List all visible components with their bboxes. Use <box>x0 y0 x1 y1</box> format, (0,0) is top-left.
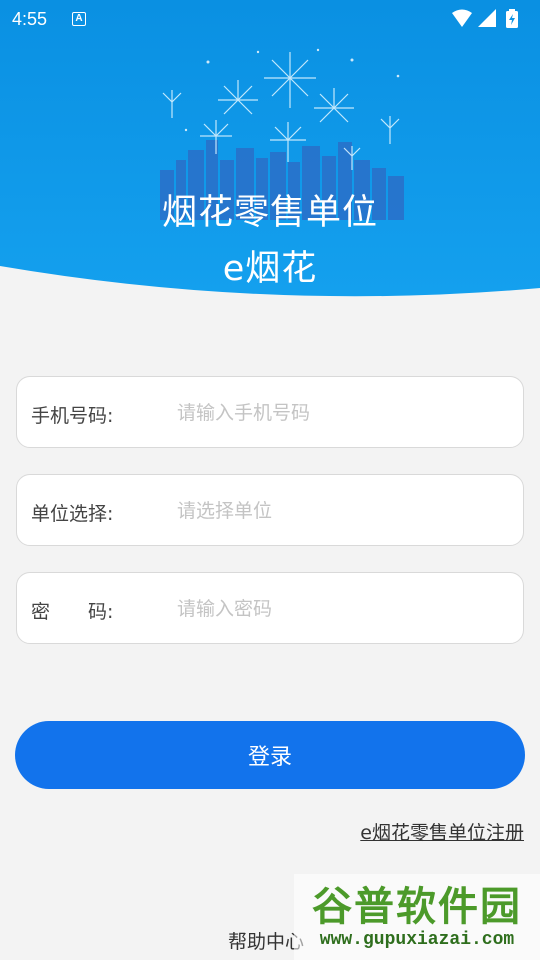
unit-select-input[interactable] <box>177 493 507 529</box>
app-title: 烟花零售单位 <box>161 193 378 233</box>
app-subtitle: e烟花 <box>222 249 318 289</box>
wifi-icon <box>452 9 472 27</box>
password-input[interactable] <box>177 591 507 627</box>
register-link[interactable]: e烟花零售单位注册 <box>360 818 524 845</box>
header-banner: 4:55 A 烟花零售单位 e烟花 <box>0 0 540 310</box>
battery-charging-icon <box>506 9 518 28</box>
help-center-link[interactable]: 帮助中心 <box>228 927 304 954</box>
watermark-url: www.gupuxiazai.com <box>319 930 515 950</box>
status-bar: 4:55 A <box>0 0 540 38</box>
unit-label: 单位选择: <box>31 503 114 525</box>
watermark-overlay: 谷普软件园 www.gupuxiazai.com <box>294 874 540 960</box>
signal-icon <box>478 9 496 27</box>
phone-label: 手机号码: <box>31 405 114 427</box>
unit-field[interactable]: 单位选择: <box>16 474 524 546</box>
phone-field[interactable]: 手机号码: <box>16 376 524 448</box>
login-button[interactable]: 登录 <box>15 721 525 789</box>
password-label: 密 码: <box>31 601 114 623</box>
watermark-title: 谷普软件园 <box>312 884 522 930</box>
status-icons <box>450 8 530 35</box>
status-time: 4:55 <box>12 9 48 29</box>
password-field[interactable]: 密 码: <box>16 572 524 644</box>
notification-icon: A <box>72 12 86 26</box>
phone-input[interactable] <box>177 395 507 431</box>
